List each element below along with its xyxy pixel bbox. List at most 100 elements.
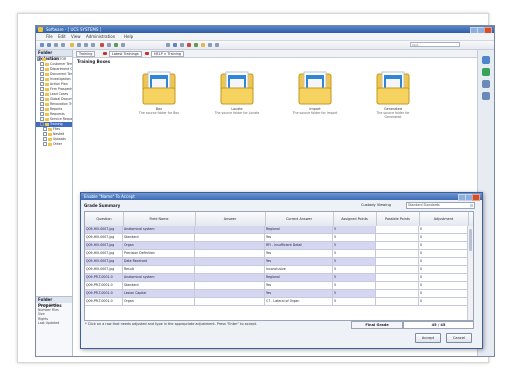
close-icon[interactable]	[472, 194, 480, 201]
table-input-cell[interactable]	[376, 250, 419, 257]
column-header[interactable]: Assigned Points	[333, 212, 377, 226]
menu-view[interactable]: View	[71, 34, 81, 39]
column-header[interactable]: Possible Points	[376, 212, 420, 226]
table-row[interactable]: Q09-PR-T-0001-0 Anatomical system Regional…	[85, 274, 473, 282]
table-input-cell[interactable]: 0	[419, 298, 468, 305]
cut-icon[interactable]	[77, 43, 81, 47]
view-icon[interactable]	[166, 43, 170, 47]
breadcrumb-item-latest[interactable]: Latest Trainings	[109, 51, 142, 57]
table-input-cell[interactable]: 0	[419, 274, 468, 281]
table-input-cell[interactable]	[376, 282, 419, 289]
forward-icon[interactable]	[47, 43, 51, 47]
column-header[interactable]: Question	[85, 212, 124, 226]
expand-icon[interactable]	[40, 62, 44, 66]
column-header[interactable]: Answer	[195, 212, 266, 226]
table-row[interactable]: Q09-PR-T-0001-0 Standard Yes 5 0	[85, 282, 473, 290]
expand-icon[interactable]	[43, 127, 47, 131]
table-input-cell[interactable]: 0	[419, 242, 468, 249]
menu-administration[interactable]: Administration	[86, 34, 115, 39]
stop-icon[interactable]	[187, 43, 191, 47]
sort-icon[interactable]	[173, 43, 177, 47]
up-icon[interactable]	[54, 43, 58, 47]
add-icon[interactable]	[482, 68, 490, 76]
expand-icon[interactable]	[40, 112, 44, 116]
refresh-icon[interactable]	[61, 43, 65, 47]
print-icon[interactable]	[107, 43, 111, 47]
table-input-cell[interactable]: 0	[419, 258, 468, 265]
table-row[interactable]: Q09-HIV-0007.jpg Anatomical system Regiona…	[85, 226, 473, 234]
table-row[interactable]: Q09-HIV-0007.jpg Result Inconclusive 5 0	[85, 266, 473, 274]
expand-icon[interactable]	[40, 102, 44, 106]
expand-icon[interactable]	[40, 87, 44, 91]
document-icon[interactable]	[482, 80, 490, 88]
cancel-button[interactable]: Cancel	[446, 333, 472, 343]
table-row[interactable]: Q09-PR-T-0001-0 Organ C7 - Lateral of Orga…	[85, 298, 473, 306]
star-icon[interactable]	[201, 43, 205, 47]
expand-icon[interactable]	[43, 137, 47, 141]
accept-button[interactable]: Accept	[415, 333, 441, 343]
table-input-cell[interactable]: 0	[419, 290, 468, 297]
paste-icon[interactable]	[91, 43, 95, 47]
filter-icon[interactable]	[180, 43, 184, 47]
expand-icon[interactable]	[40, 107, 44, 111]
table-cell: 5	[333, 274, 376, 281]
expand-icon[interactable]	[40, 97, 44, 101]
properties-icon[interactable]	[121, 43, 125, 47]
table-input-cell[interactable]	[376, 274, 419, 281]
search-icon[interactable]	[482, 92, 490, 100]
folder-icon[interactable]	[70, 43, 74, 47]
library-select[interactable]: Standard Standards	[406, 202, 475, 209]
expand-icon[interactable]	[40, 77, 44, 81]
expand-icon[interactable]	[43, 142, 47, 146]
info-icon[interactable]	[482, 56, 490, 64]
table-input-cell[interactable]	[376, 258, 419, 265]
table-row[interactable]: Q09-PR-T-0001-0 Lesion Capital Yes 5 0	[85, 290, 473, 298]
table-input-cell[interactable]	[376, 290, 419, 297]
expand-icon[interactable]	[40, 117, 44, 121]
table-row[interactable]: Q09-HIV-0007.jpg Standard Yes 5 0	[85, 234, 473, 242]
training-box-import[interactable]: Import The source folder for Import	[292, 70, 338, 115]
search-input[interactable]	[410, 42, 460, 47]
expand-icon[interactable]	[37, 57, 41, 61]
training-box-locate[interactable]: Locate The source folder for Locate	[214, 70, 260, 115]
table-input-cell[interactable]	[376, 266, 419, 273]
menu-file[interactable]: File	[46, 34, 53, 39]
table-row[interactable]: Q09-HIV-0007.jpg Date Received Yes 5 0	[85, 258, 473, 266]
table-input-cell[interactable]: 0	[419, 266, 468, 273]
table-input-cell[interactable]	[376, 298, 419, 305]
table-input-cell[interactable]: 0	[419, 250, 468, 257]
expand-icon[interactable]	[40, 67, 44, 71]
settings-icon[interactable]	[208, 43, 212, 47]
table-input-cell[interactable]	[376, 242, 419, 249]
column-header[interactable]: Adjustment	[419, 212, 469, 226]
help-icon[interactable]	[215, 43, 219, 47]
delete-icon[interactable]	[100, 43, 104, 47]
sidebar-item[interactable]: Other	[36, 142, 72, 147]
column-header[interactable]: Field Name	[123, 212, 196, 226]
menu-edit[interactable]: Edit	[58, 34, 66, 39]
table-row[interactable]: Q09-HIV-0007.jpg Precision Definition Yes 5…	[85, 250, 473, 258]
expand-icon[interactable]	[40, 92, 44, 96]
table-row[interactable]: Q09-HIV-0007.jpg Organ RFI - Insufficient …	[85, 242, 473, 250]
training-box-generated[interactable]: Generated The source folder for Generate…	[370, 70, 416, 119]
breadcrumb-item-help[interactable]: HELP > Training	[151, 51, 184, 57]
expand-icon[interactable]	[40, 82, 44, 86]
table-input-cell[interactable]	[376, 226, 419, 233]
table-input-cell[interactable]: 0	[419, 226, 468, 233]
expand-icon[interactable]	[43, 132, 47, 136]
breadcrumb-item-training[interactable]: Training	[76, 51, 96, 57]
table-scrollbar[interactable]	[467, 226, 473, 320]
table-input-cell[interactable]	[376, 234, 419, 241]
table-input-cell[interactable]: 0	[419, 282, 468, 289]
column-header[interactable]: Correct Answer	[265, 212, 334, 226]
add-icon[interactable]	[114, 43, 118, 47]
back-icon[interactable]	[40, 43, 44, 47]
go-icon[interactable]	[194, 43, 198, 47]
table-input-cell[interactable]: 0	[419, 234, 468, 241]
expand-icon[interactable]	[40, 122, 44, 126]
expand-icon[interactable]	[40, 72, 44, 76]
scrollbar-thumb[interactable]	[469, 229, 472, 251]
training-box-box[interactable]: Box The source folder for Box	[136, 70, 182, 115]
copy-icon[interactable]	[84, 43, 88, 47]
menu-help[interactable]: Help	[124, 34, 133, 39]
